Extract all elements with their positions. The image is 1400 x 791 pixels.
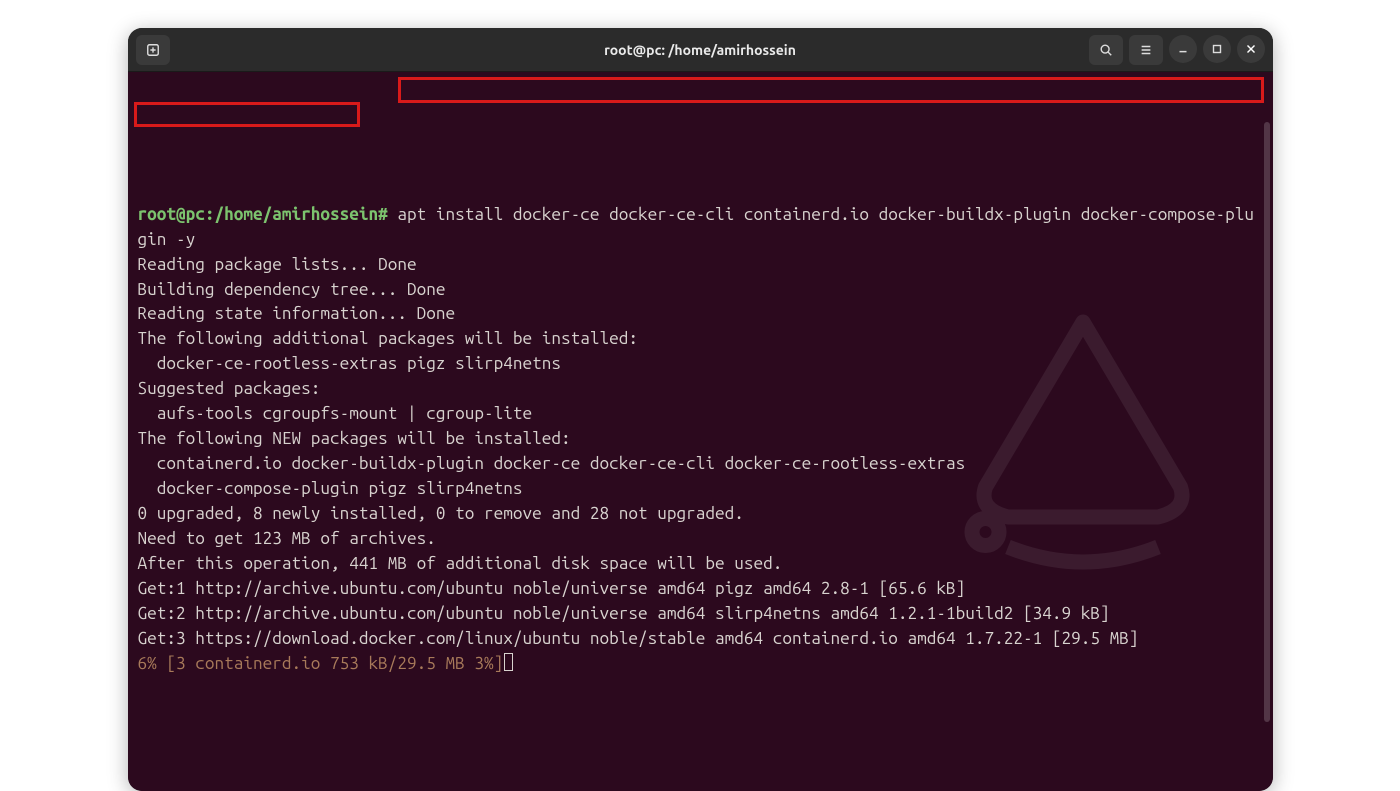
output-line: containerd.io docker-buildx-plugin docke… xyxy=(138,454,966,473)
shell-prompt: root@pc:/home/amirhossein# xyxy=(138,205,388,224)
search-icon xyxy=(1099,43,1113,57)
output-line: Get:2 http://archive.ubuntu.com/ubuntu n… xyxy=(138,604,1110,623)
close-icon xyxy=(1244,42,1258,56)
cursor xyxy=(504,653,513,671)
watermark-logo xyxy=(913,242,1253,542)
scrollbar[interactable] xyxy=(1264,122,1270,722)
terminal-window: root@pc: /home/amirhossein root@pc:/ xyxy=(128,28,1273,791)
output-line: 0 upgraded, 8 newly installed, 0 to remo… xyxy=(138,504,744,523)
output-line: Suggested packages: xyxy=(138,379,321,398)
menu-button[interactable] xyxy=(1129,35,1163,65)
output-line: Reading state information... Done xyxy=(138,304,456,323)
output-line: Building dependency tree... Done xyxy=(138,280,446,299)
new-tab-icon xyxy=(146,43,160,57)
minimize-button[interactable] xyxy=(1169,35,1197,63)
minimize-icon xyxy=(1176,42,1190,56)
terminal-content[interactable]: root@pc:/home/amirhossein# apt install d… xyxy=(128,72,1273,791)
output-line: After this operation, 441 MB of addition… xyxy=(138,554,783,573)
output-line: docker-compose-plugin pigz slirp4netns xyxy=(138,479,523,498)
command-highlight-2 xyxy=(134,102,360,127)
output-line: The following NEW packages will be insta… xyxy=(138,429,571,448)
output-line: docker-ce-rootless-extras pigz slirp4net… xyxy=(138,354,562,373)
output-line: The following additional packages will b… xyxy=(138,329,639,348)
window-title: root@pc: /home/amirhossein xyxy=(604,42,796,58)
command-highlight-1 xyxy=(398,77,1264,103)
output-line: aufs-tools cgroupfs-mount | cgroup-lite xyxy=(138,404,533,423)
output-line: Get:3 https://download.docker.com/linux/… xyxy=(138,629,1139,648)
new-tab-button[interactable] xyxy=(136,35,170,65)
maximize-icon xyxy=(1210,42,1224,56)
output-line: Need to get 123 MB of archives. xyxy=(138,529,436,548)
close-button[interactable] xyxy=(1237,35,1265,63)
titlebar: root@pc: /home/amirhossein xyxy=(128,28,1273,72)
search-button[interactable] xyxy=(1089,35,1123,65)
hamburger-menu-icon xyxy=(1139,43,1153,57)
download-progress: 6% [3 containerd.io 753 kB/29.5 MB 3%] xyxy=(138,654,504,673)
output-line: Reading package lists... Done xyxy=(138,255,417,274)
output-line: Get:1 http://archive.ubuntu.com/ubuntu n… xyxy=(138,579,966,598)
maximize-button[interactable] xyxy=(1203,35,1231,63)
